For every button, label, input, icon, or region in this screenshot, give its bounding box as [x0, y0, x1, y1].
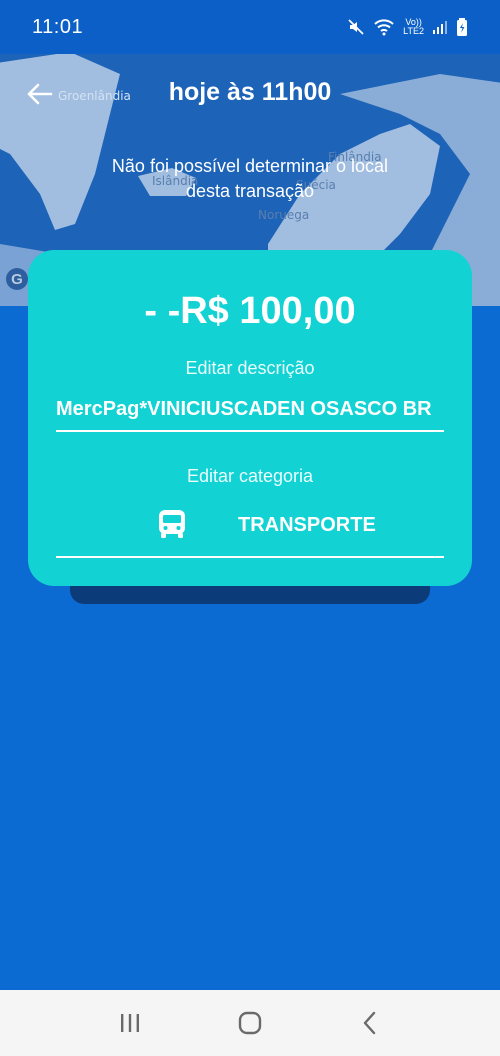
- location-message: Não foi possível determinar o local dest…: [100, 154, 400, 204]
- transaction-amount: - -R$ 100,00: [28, 290, 472, 333]
- google-logo: G: [6, 268, 28, 290]
- status-icons: Vo)) LTE2: [347, 18, 468, 36]
- system-nav-bar: [0, 990, 500, 1056]
- category-label: Editar categoria: [28, 466, 472, 487]
- transaction-card: - -R$ 100,00 Editar descrição MercPag*VI…: [28, 250, 472, 586]
- description-label: Editar descrição: [28, 358, 472, 379]
- category-selector[interactable]: TRANSPORTE: [56, 506, 444, 558]
- recent-apps-icon: [118, 1012, 142, 1034]
- back-chevron-icon: [362, 1011, 378, 1035]
- status-time: 11:01: [32, 16, 83, 39]
- map-label-norway: Noruega: [258, 208, 309, 222]
- mute-icon: [347, 18, 365, 36]
- battery-icon: [456, 18, 468, 36]
- description-field[interactable]: MercPag*VINICIUSCADEN OSASCO BR: [56, 398, 444, 432]
- home-button[interactable]: [230, 1003, 270, 1043]
- status-bar: 11:01 Vo)) LTE2: [0, 0, 500, 54]
- lte-label: Vo)) LTE2: [403, 18, 424, 36]
- recent-apps-button[interactable]: [110, 1003, 150, 1043]
- category-value: TRANSPORTE: [238, 514, 376, 537]
- back-nav-button[interactable]: [350, 1003, 390, 1043]
- page-title: hoje às 11h00: [0, 78, 500, 107]
- wifi-icon: [373, 18, 395, 36]
- bus-icon: [156, 508, 188, 545]
- signal-icon: [432, 19, 448, 35]
- home-icon: [238, 1011, 262, 1035]
